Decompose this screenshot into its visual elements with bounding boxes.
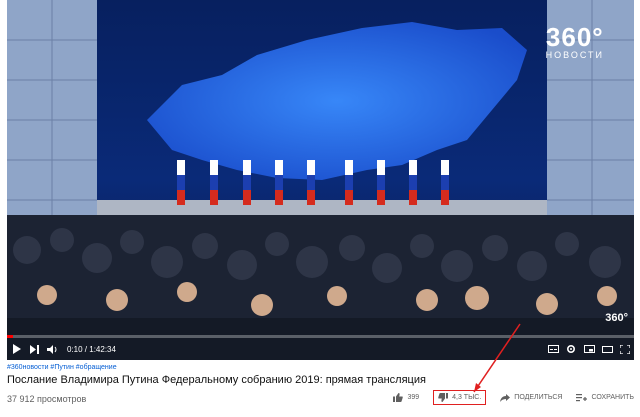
subtitles-button[interactable]	[544, 338, 562, 360]
save-button[interactable]: СОХРАНИТЬ	[576, 393, 634, 402]
video-info: #360новости #Путин #обращение Послание В…	[7, 364, 634, 405]
hashtags[interactable]: #360новости #Путин #обращение	[7, 364, 634, 371]
fullscreen-icon	[620, 344, 630, 354]
next-button[interactable]	[25, 338, 43, 360]
dislike-button[interactable]: 4,3 ТЫС.	[433, 390, 487, 405]
dislike-count: 4,3 ТЫС.	[452, 394, 482, 401]
like-count: 399	[407, 394, 420, 401]
video-player[interactable]: 360° НОВОСТИ 360° 0:10 / 1:42:34	[7, 0, 634, 360]
fullscreen-button[interactable]	[616, 338, 634, 360]
save-label: СОХРАНИТЬ	[591, 394, 634, 401]
share-label: ПОДЕЛИТЬСЯ	[514, 394, 563, 401]
like-button[interactable]: 399	[393, 393, 419, 402]
player-controls: 0:10 / 1:42:34	[7, 338, 634, 360]
time-separator: /	[82, 344, 90, 354]
action-bar: 399 4,3 ТЫС. ПОДЕЛИТЬСЯ СОХРАНИТЬ	[379, 390, 634, 405]
next-icon	[29, 344, 39, 354]
thumbs-down-icon	[438, 393, 449, 402]
logo-number: 360°	[545, 22, 604, 52]
view-count: 37 912 просмотров	[7, 394, 87, 404]
volume-icon	[46, 344, 56, 354]
settings-button[interactable]	[562, 338, 580, 360]
playlist-add-icon	[576, 393, 588, 401]
current-time: 0:10	[67, 344, 83, 354]
share-button[interactable]: ПОДЕЛИТЬСЯ	[500, 393, 563, 402]
gear-icon	[566, 344, 576, 354]
logo-subtitle: НОВОСТИ	[545, 50, 604, 60]
corner-badge: 360°	[605, 312, 628, 324]
video-title: Послание Владимира Путина Федеральному с…	[7, 374, 426, 386]
subtitles-icon	[547, 345, 559, 353]
theater-icon	[601, 345, 613, 353]
video-frame	[7, 0, 634, 360]
channel-logo: 360° НОВОСТИ	[546, 24, 604, 60]
play-button[interactable]	[7, 338, 25, 360]
miniplayer-button[interactable]	[580, 338, 598, 360]
miniplayer-icon	[583, 345, 595, 353]
thumbs-up-icon	[393, 393, 404, 402]
total-time: 1:42:34	[89, 344, 116, 354]
play-icon	[12, 344, 21, 354]
theater-mode-button[interactable]	[598, 338, 616, 360]
share-icon	[500, 393, 511, 402]
volume-button[interactable]	[43, 338, 61, 360]
